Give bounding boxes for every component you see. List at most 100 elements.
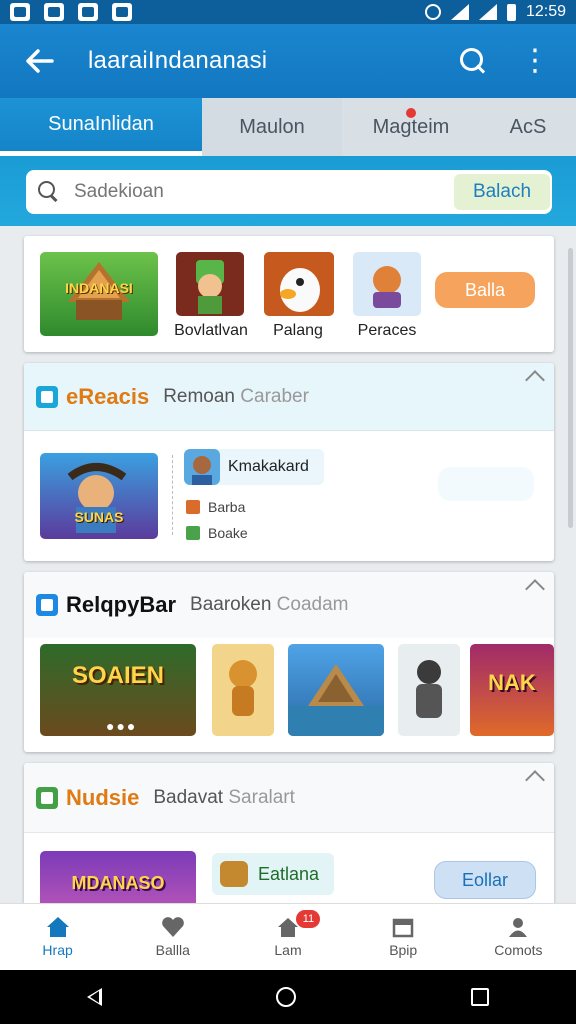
search-button[interactable]: Balach bbox=[454, 174, 550, 210]
tab-bar: SunaInlidan Maulon Magteim AcS bbox=[0, 98, 576, 156]
section-2-thumb-5-text: NAK bbox=[488, 670, 536, 695]
section-card-2: RelqpyBar Baaroken Coadam SOAIEN ●●● NAK bbox=[24, 572, 554, 752]
wifi-icon bbox=[450, 4, 469, 20]
nav-label-notifications: Lam bbox=[274, 942, 302, 958]
section-2-thumb-2[interactable] bbox=[212, 644, 274, 736]
system-recents-icon[interactable] bbox=[470, 988, 489, 1006]
section-2-title: RelqpyBar bbox=[66, 592, 177, 617]
section-1-subtitle-main: Remoan bbox=[163, 385, 236, 407]
app-bar: laaraiIndananasi ⋮ bbox=[0, 24, 576, 98]
featured-label-4: Peraces bbox=[357, 322, 417, 339]
section-2-subtitle: Baaroken Coadam bbox=[190, 594, 348, 616]
nav-label-favorites: Ballla bbox=[155, 942, 190, 958]
nav-label-apps: Bpip bbox=[389, 942, 418, 958]
section-1-icon bbox=[36, 385, 58, 408]
section-3-header[interactable]: Nudsie Badavat Saralart bbox=[24, 763, 554, 833]
section-1-thumb[interactable]: SUNAS bbox=[40, 453, 158, 539]
section-3-button[interactable]: Eollar bbox=[434, 861, 536, 899]
section-1-profile-name: Kmakakard bbox=[228, 458, 309, 475]
tab-3[interactable]: Magteim bbox=[342, 98, 480, 156]
section-2-subtitle-faded: Coadam bbox=[276, 594, 349, 615]
section-1-row-2[interactable]: Boake bbox=[186, 525, 248, 541]
section-card-3: Nudsie Badavat Saralart MDANASO Eatlana … bbox=[24, 763, 554, 923]
featured-thumb-4[interactable] bbox=[353, 252, 421, 316]
featured-thumb-2[interactable] bbox=[176, 252, 244, 316]
featured-card: INDANASI Bovlatlvan Palang Peraces Balla bbox=[24, 236, 554, 352]
section-2-header[interactable]: RelqpyBar Baaroken Coadam bbox=[24, 572, 554, 638]
section-2-thumb-1-text: SOAIEN bbox=[71, 662, 164, 689]
bottom-nav: Hrap Ballla 11 Lam Bpip Comots bbox=[0, 903, 576, 970]
chevron-up-icon[interactable] bbox=[525, 770, 545, 790]
gallery-notification-icon bbox=[78, 3, 98, 21]
status-bar: 12:59 bbox=[0, 0, 576, 24]
section-1-thumb-text: SUNAS bbox=[74, 509, 124, 525]
clock: 12:59 bbox=[525, 3, 566, 20]
home-icon bbox=[46, 917, 69, 937]
nav-item-favorites[interactable]: Ballla bbox=[115, 904, 230, 970]
heart-icon bbox=[161, 917, 184, 937]
featured-thumb-1[interactable]: INDANASI bbox=[40, 252, 158, 336]
section-1-title: eReacis bbox=[66, 383, 150, 409]
box-icon bbox=[392, 918, 414, 938]
tab-2[interactable]: Maulon bbox=[202, 98, 342, 156]
section-2-thumb-5[interactable]: NAK bbox=[470, 644, 554, 736]
section-3-thumb-text: MDANASO bbox=[71, 873, 165, 893]
tab-3-label: Magteim bbox=[372, 115, 450, 138]
nav-label-profile: Comots bbox=[494, 942, 543, 958]
search-box: Balach bbox=[26, 170, 552, 214]
featured-button[interactable]: Balla bbox=[435, 272, 535, 308]
search-area: Balach bbox=[0, 156, 576, 226]
alarm-icon bbox=[424, 4, 441, 20]
section-3-subtitle: Badavat Saralart bbox=[153, 787, 295, 809]
featured-label-3: Palang bbox=[273, 322, 323, 339]
system-home-icon[interactable] bbox=[276, 987, 297, 1007]
section-1-row-1[interactable]: Barba bbox=[186, 499, 245, 515]
section-3-chip-label: Eatlana bbox=[258, 863, 320, 884]
leaf-icon bbox=[186, 526, 200, 540]
notification-icon bbox=[10, 3, 30, 21]
system-back-icon[interactable] bbox=[87, 988, 103, 1006]
carousel-dots: ●●● bbox=[106, 718, 138, 734]
nav-item-home[interactable]: Hrap bbox=[0, 904, 115, 970]
nav-item-profile[interactable]: Comots bbox=[461, 904, 576, 970]
chevron-up-icon[interactable] bbox=[525, 370, 545, 390]
section-3-icon bbox=[36, 786, 58, 809]
featured-thumb-3[interactable] bbox=[264, 252, 334, 316]
nav-item-apps[interactable]: Bpip bbox=[346, 904, 461, 970]
signal-icon bbox=[478, 4, 497, 20]
search-icon[interactable] bbox=[460, 48, 486, 74]
tab-4[interactable]: AcS bbox=[480, 98, 576, 156]
section-1-placeholder-button[interactable] bbox=[438, 467, 534, 501]
section-3-chip[interactable]: Eatlana bbox=[212, 853, 334, 895]
section-1-row-1-label: Barba bbox=[208, 499, 246, 515]
section-1-divider bbox=[172, 455, 173, 535]
section-2-thumb-1[interactable]: SOAIEN ●●● bbox=[40, 644, 196, 736]
back-arrow-icon[interactable] bbox=[0, 24, 80, 98]
battery-icon bbox=[506, 3, 516, 21]
chevron-up-icon[interactable] bbox=[525, 579, 545, 599]
section-2-icon bbox=[36, 594, 58, 616]
search-input[interactable] bbox=[74, 181, 434, 203]
search-icon bbox=[38, 181, 60, 203]
food-icon bbox=[220, 861, 248, 887]
section-1-profile[interactable]: Kmakakard bbox=[184, 449, 324, 485]
nav-item-notifications[interactable]: 11 Lam bbox=[230, 904, 345, 970]
box-icon bbox=[186, 500, 200, 514]
section-card-1: eReacis Remoan Caraber SUNAS Kmakakard B… bbox=[24, 363, 554, 561]
featured-thumb-1-text: INDANASI bbox=[65, 280, 133, 296]
notification-dot bbox=[406, 108, 416, 118]
scrollbar[interactable] bbox=[568, 248, 573, 528]
image-notification-icon bbox=[44, 3, 64, 21]
section-1-header[interactable]: eReacis Remoan Caraber bbox=[24, 363, 554, 431]
section-3-subtitle-main: Badavat bbox=[153, 786, 224, 808]
section-2-thumb-4[interactable] bbox=[398, 644, 460, 736]
section-1-row-2-label: Boake bbox=[208, 525, 248, 541]
section-2-subtitle-main: Baaroken bbox=[190, 594, 272, 615]
tab-1[interactable]: SunaInlidan bbox=[0, 98, 202, 156]
app-title: laaraiIndananasi bbox=[88, 47, 268, 74]
nav-label-home: Hrap bbox=[42, 942, 73, 958]
shield-notification-icon bbox=[112, 3, 132, 21]
more-options-icon[interactable]: ⋮ bbox=[520, 46, 550, 76]
section-3-subtitle-faded: Saralart bbox=[228, 786, 295, 808]
section-2-thumb-3[interactable] bbox=[288, 644, 384, 736]
